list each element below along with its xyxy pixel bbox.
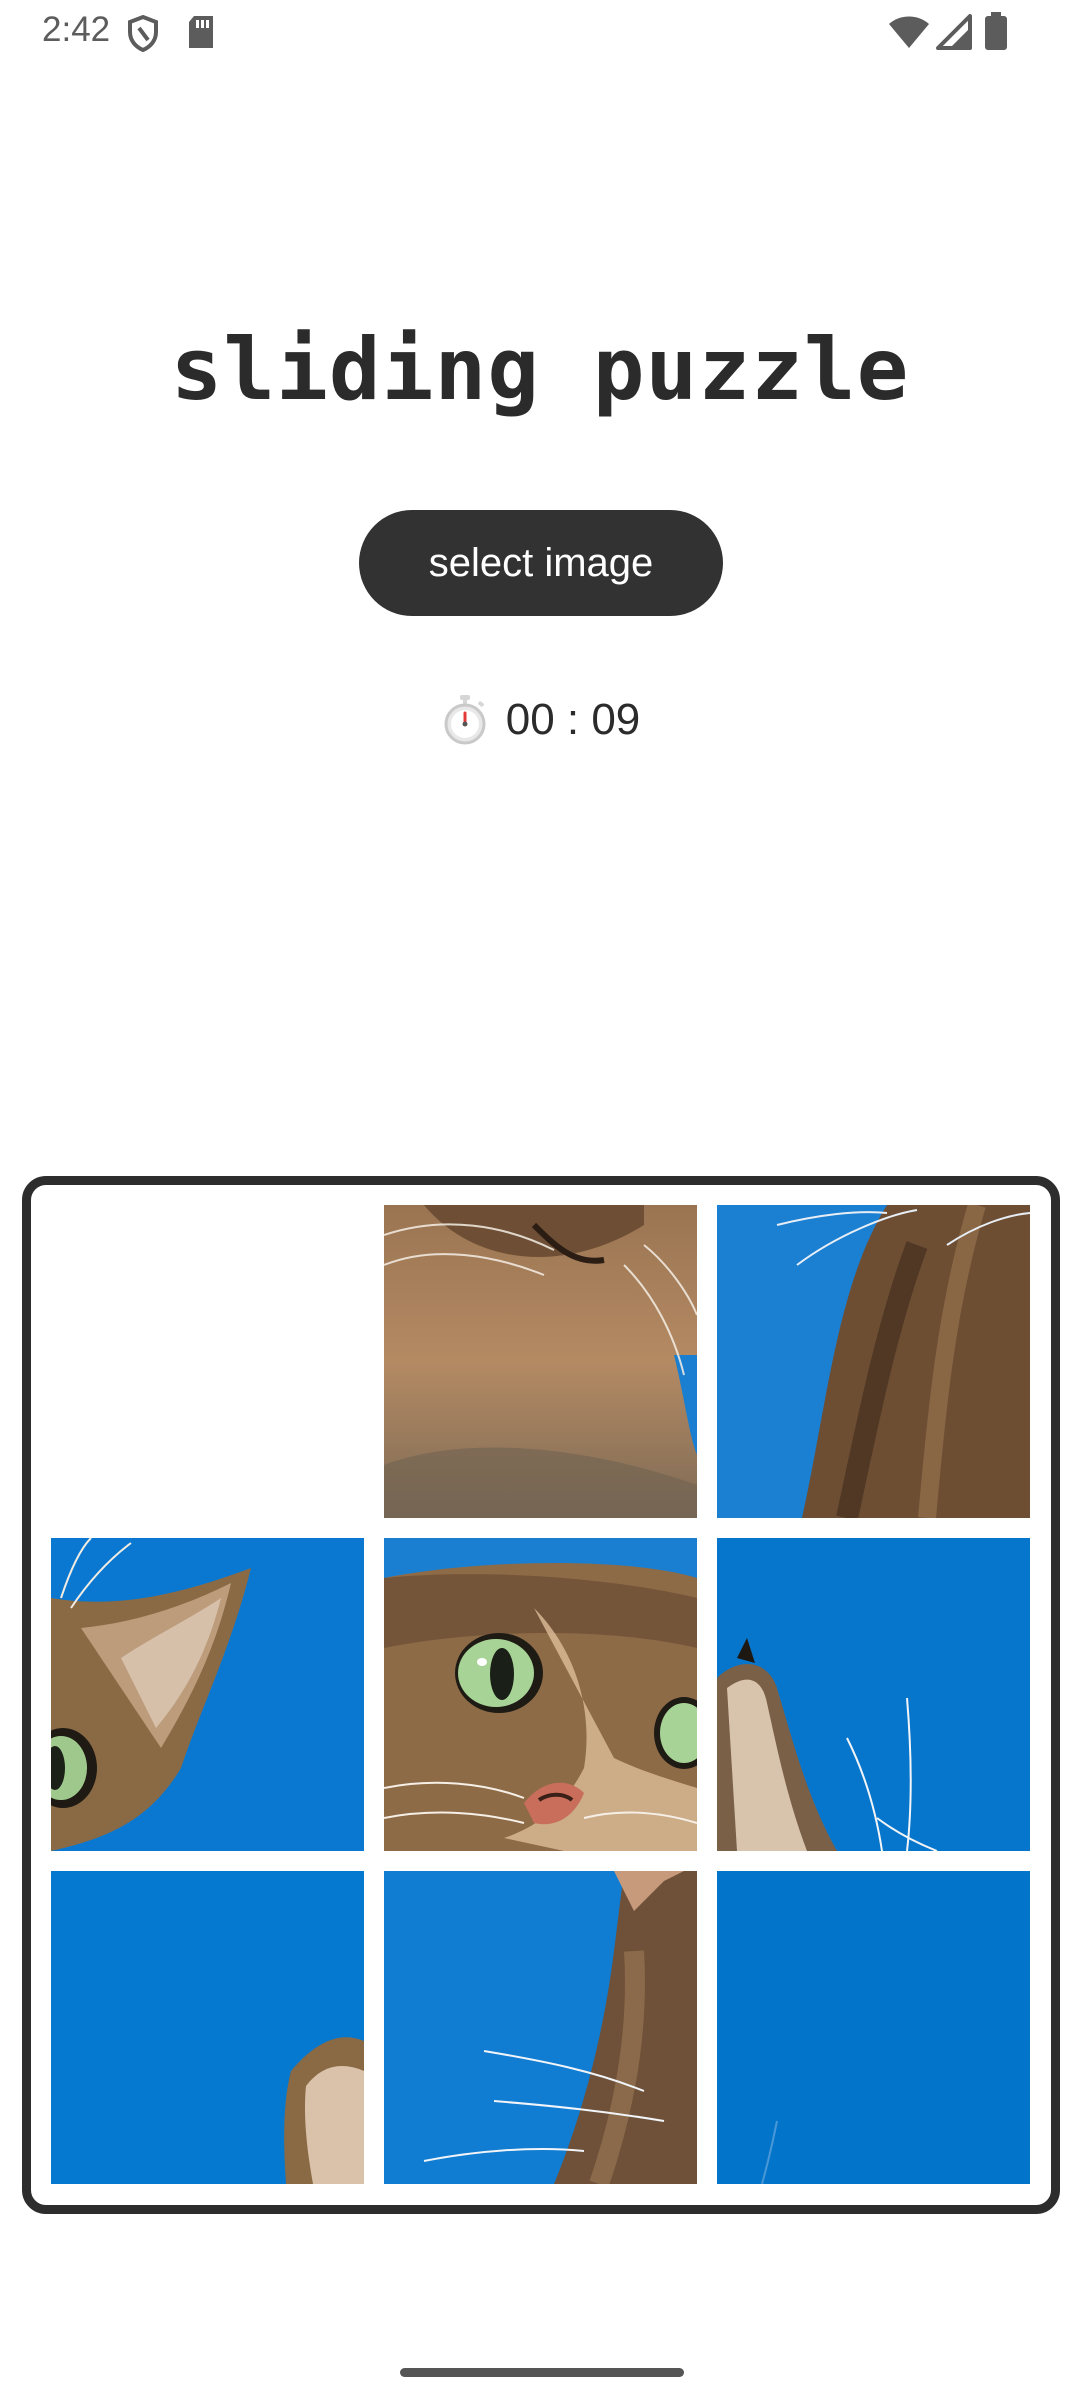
timer-value: 00 : 09 — [505, 695, 641, 744]
status-bar: 2:42 — [0, 0, 1080, 64]
status-time: 2:42 — [42, 10, 111, 49]
puzzle-tile[interactable] — [51, 1538, 364, 1851]
puzzle-empty-slot[interactable] — [51, 1205, 364, 1518]
cell-signal-icon — [936, 14, 972, 50]
battery-icon — [985, 12, 1007, 50]
puzzle-tile[interactable] — [384, 1205, 697, 1518]
shield-icon — [128, 14, 158, 52]
sd-card-icon — [189, 16, 213, 48]
puzzle-tile[interactable] — [717, 1871, 1030, 2184]
timer: 00 : 09 — [0, 694, 1080, 746]
puzzle-tile[interactable] — [717, 1205, 1030, 1518]
page-title: sliding puzzle — [170, 320, 910, 420]
puzzle-tile[interactable] — [51, 1871, 364, 2184]
stopwatch-icon — [444, 695, 486, 745]
puzzle-tile[interactable] — [384, 1871, 697, 2184]
select-image-button[interactable]: select image — [359, 510, 723, 616]
puzzle-board — [22, 1176, 1060, 2214]
puzzle-tile[interactable] — [384, 1538, 697, 1851]
puzzle-tile[interactable] — [717, 1538, 1030, 1851]
home-indicator[interactable] — [400, 2368, 684, 2377]
wifi-icon — [889, 16, 929, 48]
